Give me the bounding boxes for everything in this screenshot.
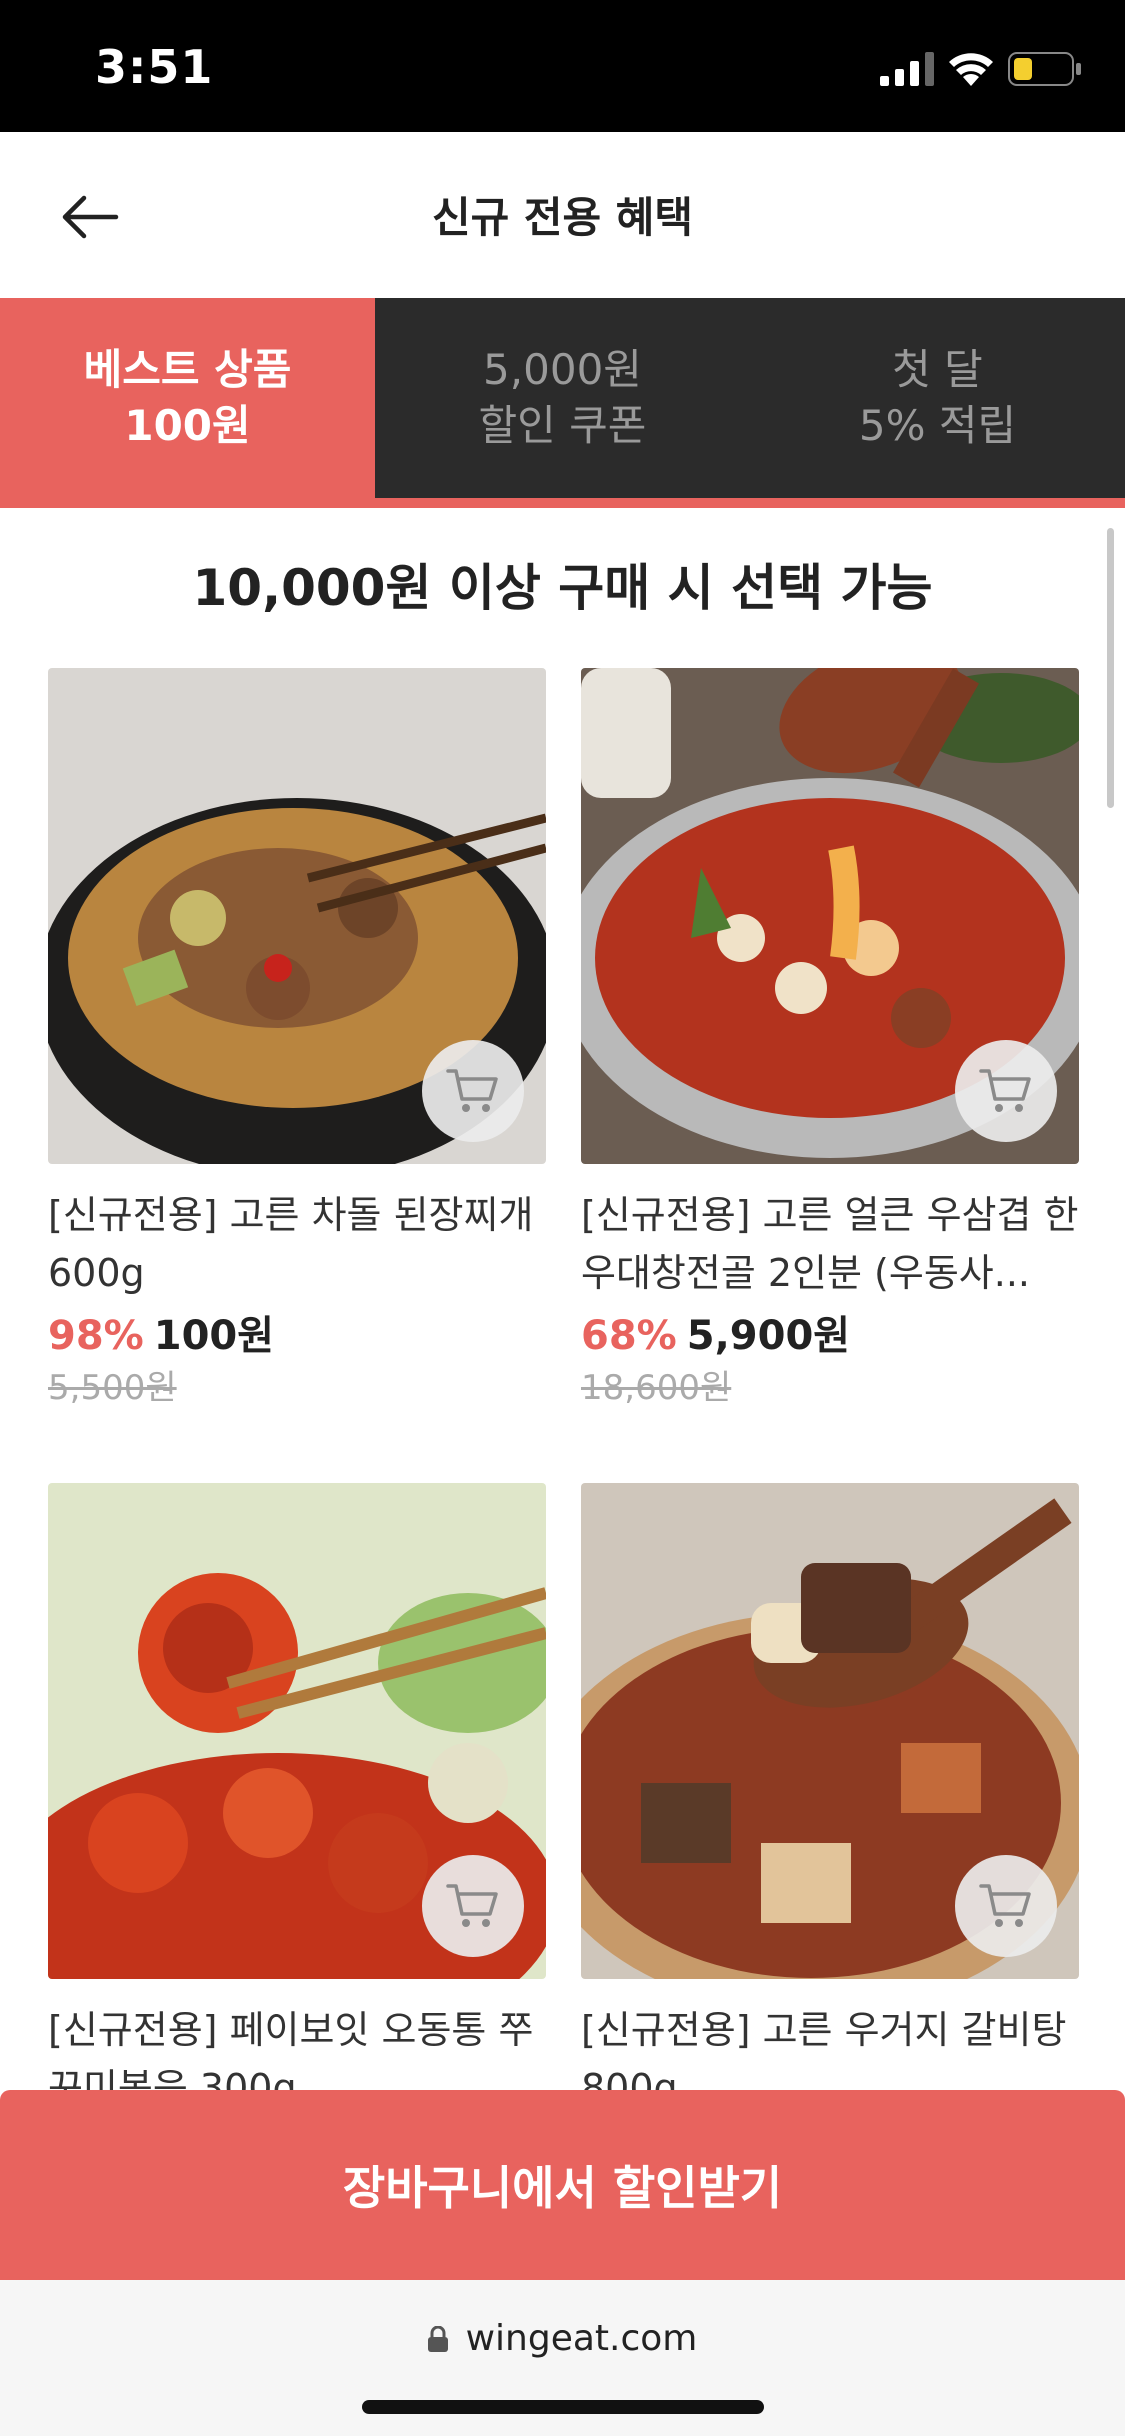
page-title: 신규 전용 혜택 [431,193,694,242]
cellular-signal-icon [880,52,934,86]
tab-label-line1: 베스트 상품 [83,345,292,394]
cart-icon [446,1884,498,1927]
section-title: 10,000원 이상 구매 시 선택 가능 [192,559,933,617]
product-name[interactable]: [신규전용] 고른 차돌 된장찌개 600g [48,1186,546,1302]
product-card[interactable]: [신규전용] 페이보잇 오동통 쭈꾸미볶음 300g [48,1483,546,2090]
browser-url-bar: wingeat.com [0,2280,1125,2436]
original-price: 5,500원 [48,1368,177,1408]
home-indicator[interactable] [362,2400,764,2414]
battery-icon [1008,52,1081,86]
original-price: 18,600원 [581,1368,732,1408]
price-row: 98% 100원 [48,1308,546,1364]
product-image[interactable] [48,1483,546,1979]
page-header: 신규 전용 혜택 [0,132,1125,298]
product-image[interactable] [581,668,1079,1164]
product-image[interactable] [48,668,546,1164]
product-name[interactable]: [신규전용] 고른 얼큰 우삼겹 한우대창전골 2인분 (우동사... [581,1186,1079,1302]
tabs-underline [0,498,1125,508]
product-image[interactable] [581,1483,1079,1979]
url-text: wingeat.com [465,2318,698,2359]
tab-discount-coupon[interactable]: 5,000원 할인 쿠폰 [375,298,750,498]
product-name[interactable]: [신규전용] 고른 우거지 갈비탕 800g [581,2001,1079,2090]
cart-icon [979,1884,1031,1927]
sale-price: 5,900원 [686,1313,851,1359]
tab-label-line2: 5% 적립 [858,401,1017,450]
add-to-cart-button[interactable] [422,1855,524,1957]
tab-label-line2: 할인 쿠폰 [478,401,647,450]
tab-label-line1: 첫 달 [892,345,983,394]
product-list-section: 10,000원 이상 구매 시 선택 가능 [신규전용] 고른 차돌 된장찌개 … [0,508,1125,2090]
product-name[interactable]: [신규전용] 페이보잇 오동통 쭈꾸미볶음 300g [48,2001,546,2090]
add-to-cart-button[interactable] [955,1040,1057,1142]
tab-first-month-reward[interactable]: 첫 달 5% 적립 [750,298,1125,498]
get-discount-in-cart-button[interactable]: 장바구니에서 할인받기 [0,2090,1125,2280]
cart-icon [979,1069,1031,1112]
status-time: 3:51 [95,40,214,94]
sale-price: 100원 [153,1313,275,1359]
tab-label-line2: 100원 [124,401,251,450]
scrollbar[interactable] [1107,528,1114,808]
tab-best-product[interactable]: 베스트 상품 100원 [0,298,375,498]
discount-rate: 68% [581,1313,677,1359]
cart-icon [446,1069,498,1112]
benefit-tabs: 베스트 상품 100원 5,000원 할인 쿠폰 첫 달 5% 적립 [0,298,1125,508]
product-card[interactable]: [신규전용] 고른 얼큰 우삼겹 한우대창전골 2인분 (우동사... 68% 5… [581,668,1079,1412]
product-card[interactable]: [신규전용] 고른 우거지 갈비탕 800g [581,1483,1079,2090]
url-display[interactable]: wingeat.com [0,2318,1125,2359]
discount-rate: 98% [48,1313,144,1359]
lock-icon [427,2325,448,2352]
tab-label-line1: 5,000원 [483,345,642,394]
product-card[interactable]: [신규전용] 고른 차돌 된장찌개 600g 98% 100원 5,500원 [48,668,546,1412]
wifi-icon [949,53,993,86]
add-to-cart-button[interactable] [422,1040,524,1142]
status-bar: 3:51 [0,0,1125,132]
add-to-cart-button[interactable] [955,1855,1057,1957]
price-row: 68% 5,900원 [581,1308,1079,1364]
